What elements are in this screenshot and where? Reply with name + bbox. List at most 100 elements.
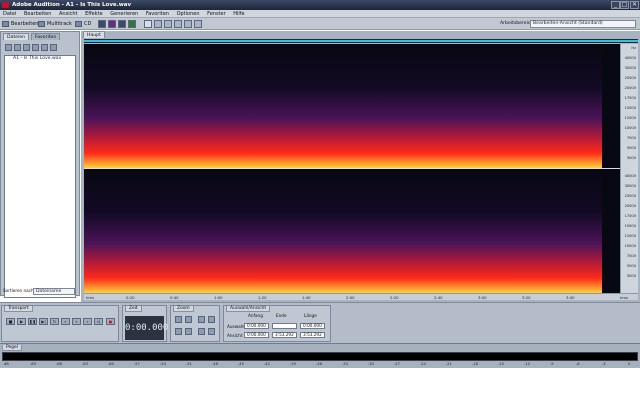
insert-into-cd-icon[interactable] xyxy=(41,44,48,51)
freq-tick: 5000 xyxy=(626,146,636,150)
waveform-icon xyxy=(2,20,9,27)
loop-button[interactable]: ↻ xyxy=(50,318,59,325)
zoom-to-left-icon[interactable] xyxy=(175,328,182,335)
files-panel: Dateien Favoriten A1 - Is This Love.wav … xyxy=(0,31,80,308)
marquee-tool-icon[interactable] xyxy=(154,20,162,28)
zoom-out-horizontal-icon[interactable] xyxy=(185,316,192,323)
freq-tick: 40000 xyxy=(624,174,636,178)
fast-forward-button[interactable]: » xyxy=(83,318,92,325)
freq-tick: 15000 xyxy=(624,224,636,228)
level-tick: -21 xyxy=(446,362,452,366)
play-to-end-button[interactable]: ▶| xyxy=(39,318,48,325)
multitrack-view-button[interactable]: Multitrack xyxy=(38,20,72,28)
freq-tick: 30000 xyxy=(624,184,636,188)
cd-icon xyxy=(75,20,82,27)
cd-view-button[interactable]: CD xyxy=(75,20,91,28)
view-end-field[interactable]: 3:53.292 xyxy=(272,332,297,338)
sort-dropdown[interactable]: Dateiname xyxy=(33,288,75,295)
waveform-display-icon[interactable] xyxy=(98,20,106,28)
sort-label: Sortieren nach: xyxy=(3,288,36,293)
level-tick: -60 xyxy=(108,362,114,366)
brush-tool-icon[interactable] xyxy=(174,20,182,28)
menu-favorites[interactable]: Favoriten xyxy=(143,10,172,18)
level-tick: -36 xyxy=(316,362,322,366)
view-length-field[interactable]: 3:53.292 xyxy=(300,332,325,338)
zoom-out-vertical-icon[interactable] xyxy=(208,328,215,335)
zoom-to-selection-icon[interactable] xyxy=(198,328,205,335)
time-selection-tool-icon[interactable] xyxy=(144,20,152,28)
freq-tick: 15000 xyxy=(624,106,636,110)
workspace-dropdown[interactable]: Bearbeiten-Ansicht (Standard) xyxy=(530,20,636,28)
list-item[interactable]: A1 - Is This Love.wav xyxy=(5,56,75,62)
stop-button[interactable]: ■ xyxy=(6,318,15,325)
pause-button[interactable]: ❚❚ xyxy=(28,318,37,325)
multitrack-icon xyxy=(38,20,45,27)
open-file-icon[interactable] xyxy=(5,44,12,51)
transport-title: Transport xyxy=(4,306,33,312)
freq-tick: 10000 xyxy=(624,244,636,248)
edit-file-icon[interactable] xyxy=(50,44,57,51)
zoom-in-vertical-icon[interactable] xyxy=(208,316,215,323)
record-button[interactable]: ● xyxy=(106,318,115,325)
minimize-button[interactable]: _ xyxy=(611,1,620,9)
level-tick: -54 xyxy=(160,362,166,366)
level-panel: Pegel dB -69 -66 -63 -60 -57 -54 -51 -48… xyxy=(0,343,640,368)
selection-end-field[interactable] xyxy=(272,323,297,329)
selection-length-field[interactable]: 0:00.000 xyxy=(300,323,325,329)
close-file-icon[interactable] xyxy=(23,44,30,51)
overview-range[interactable] xyxy=(84,40,638,42)
spectrogram-left-channel[interactable] xyxy=(84,44,620,168)
zoom-in-horizontal-icon[interactable] xyxy=(175,316,182,323)
play-button[interactable]: ▶ xyxy=(17,318,26,325)
zoom-out-full-icon[interactable] xyxy=(198,316,205,323)
close-button[interactable]: ✕ xyxy=(630,1,639,9)
go-to-end-button[interactable]: »| xyxy=(94,318,103,325)
tab-main-editor[interactable]: Haupt xyxy=(83,31,105,38)
maximize-button[interactable]: □ xyxy=(620,1,629,9)
time-ruler[interactable]: hms 0:20 0:40 1:00 1:20 1:40 2:00 2:20 2… xyxy=(84,293,638,300)
freq-tick: 7000 xyxy=(626,254,636,258)
freq-tick: 20000 xyxy=(624,86,636,90)
menu-window[interactable]: Fenster xyxy=(204,10,229,18)
view-start-field[interactable]: 0:00.000 xyxy=(244,332,269,338)
tab-files[interactable]: Dateien xyxy=(3,33,29,40)
spectral-display-icon[interactable] xyxy=(108,20,116,28)
pan-display-icon[interactable] xyxy=(118,20,126,28)
menu-view[interactable]: Ansicht xyxy=(56,10,80,18)
menu-generate[interactable]: Generieren xyxy=(107,10,141,18)
tab-favorites[interactable]: Favoriten xyxy=(31,33,61,40)
editor-panel: Haupt Hz 40000 30000 25000 20000 17000 1… xyxy=(81,31,640,302)
level-tick: -69 xyxy=(30,362,36,366)
file-list[interactable]: A1 - Is This Love.wav xyxy=(4,55,76,298)
time-tick: 3:40 xyxy=(566,295,575,300)
rewind-button[interactable]: « xyxy=(72,318,81,325)
lasso-tool-icon[interactable] xyxy=(164,20,172,28)
edit-view-button[interactable]: Bearbeiten xyxy=(2,20,38,28)
level-tick: -51 xyxy=(186,362,192,366)
time-tick: hms xyxy=(86,295,95,300)
main-toolbar: Bearbeiten Multitrack CD Arbeitsbereich:… xyxy=(0,18,640,30)
zoom-to-right-icon[interactable] xyxy=(185,328,192,335)
phase-display-icon[interactable] xyxy=(128,20,136,28)
import-file-icon[interactable] xyxy=(14,44,21,51)
spectrogram-right-channel[interactable] xyxy=(84,169,620,293)
level-tick: -27 xyxy=(394,362,400,366)
pencil-tool-icon[interactable] xyxy=(184,20,192,28)
spectral-display[interactable]: Hz 40000 30000 25000 20000 17000 15000 1… xyxy=(84,44,638,300)
menu-options[interactable]: Optionen xyxy=(174,10,203,18)
menu-file[interactable]: Datei xyxy=(0,10,19,18)
insert-into-multitrack-icon[interactable] xyxy=(32,44,39,51)
menu-effects[interactable]: Effekte xyxy=(82,10,106,18)
overview-bar[interactable] xyxy=(84,39,638,43)
level-tick: -15 xyxy=(498,362,504,366)
scrub-tool-icon[interactable] xyxy=(194,20,202,28)
time-tick: 3:20 xyxy=(522,295,531,300)
menu-help[interactable]: Hilfe xyxy=(230,10,247,18)
skip-button[interactable]: » xyxy=(61,318,70,325)
cd-label: CD xyxy=(84,21,92,27)
freq-tick: Hz xyxy=(631,46,636,50)
menu-edit[interactable]: Bearbeiten xyxy=(21,10,54,18)
selection-start-field[interactable]: 0:00.000 xyxy=(244,323,269,329)
level-tick: -57 xyxy=(134,362,140,366)
blank-area xyxy=(0,368,640,400)
